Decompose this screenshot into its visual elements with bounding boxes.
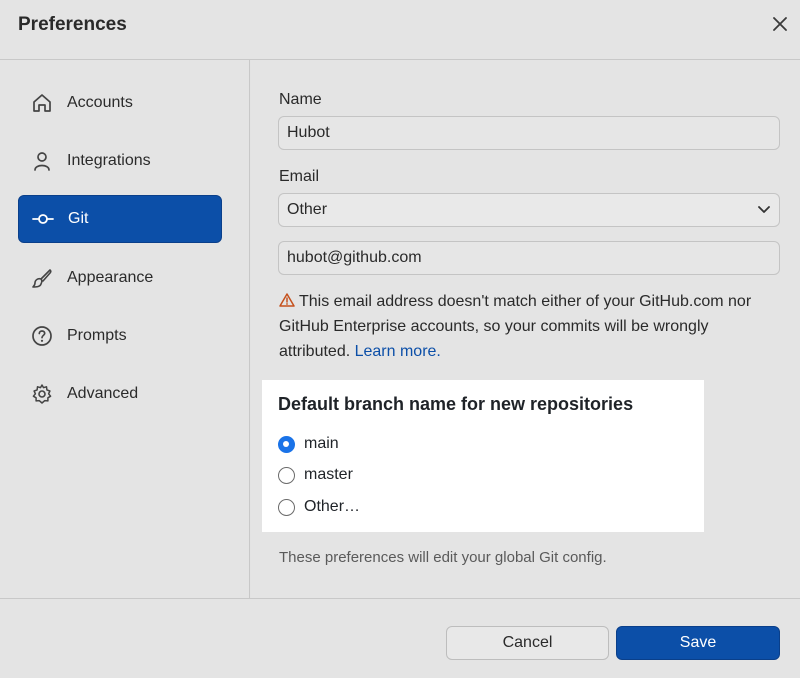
name-field[interactable]: Hubot bbox=[278, 116, 780, 150]
sidebar-item-label: Appearance bbox=[67, 269, 154, 286]
radio-button-checked[interactable] bbox=[278, 435, 295, 453]
git-preferences-panel: Name Hubot Email Other hubot@github.com … bbox=[251, 60, 800, 598]
dialog-title: Preferences bbox=[18, 14, 127, 35]
sidebar-item-label: Prompts bbox=[67, 327, 127, 344]
name-label: Name bbox=[279, 91, 322, 108]
gear-icon bbox=[30, 382, 54, 406]
save-button[interactable]: Save bbox=[616, 626, 780, 660]
question-circle-icon bbox=[30, 324, 54, 348]
sidebar-item-git[interactable]: Git bbox=[18, 195, 222, 243]
person-icon bbox=[30, 149, 54, 173]
cancel-button[interactable]: Cancel bbox=[446, 626, 609, 660]
sidebar-item-integrations[interactable]: Integrations bbox=[18, 137, 222, 185]
sidebar-item-label: Git bbox=[68, 210, 89, 227]
learn-more-link[interactable]: Learn more. bbox=[355, 343, 441, 360]
default-branch-section: Default branch name for new repositories… bbox=[262, 380, 704, 532]
email-field-value: hubot@github.com bbox=[287, 249, 422, 266]
close-icon bbox=[773, 17, 787, 31]
sidebar-item-label: Advanced bbox=[67, 385, 139, 402]
warning-icon bbox=[279, 293, 295, 307]
git-commit-icon bbox=[31, 207, 55, 231]
preferences-sidebar: Accounts Integrations Git Appearance Pro… bbox=[0, 60, 250, 598]
radio-label: Other… bbox=[304, 498, 361, 515]
paintbrush-icon bbox=[30, 266, 54, 290]
radio-button[interactable] bbox=[278, 498, 295, 516]
sidebar-item-label: Accounts bbox=[67, 94, 133, 111]
warning-text: This email address doesn't match either … bbox=[279, 293, 752, 360]
radio-label: main bbox=[304, 435, 339, 452]
email-select[interactable]: Other bbox=[278, 193, 780, 227]
global-config-note: These preferences will edit your global … bbox=[279, 549, 607, 566]
branch-option-master[interactable]: master bbox=[278, 463, 353, 487]
radio-button[interactable] bbox=[278, 466, 295, 484]
branch-option-other[interactable]: Other… bbox=[278, 495, 360, 519]
email-field[interactable]: hubot@github.com bbox=[278, 241, 780, 275]
dialog-header: Preferences bbox=[0, 0, 800, 60]
default-branch-heading: Default branch name for new repositories bbox=[278, 394, 634, 414]
home-icon bbox=[30, 91, 54, 115]
dialog-footer: Cancel Save bbox=[0, 598, 800, 678]
chevron-down-icon bbox=[758, 206, 770, 213]
name-field-value: Hubot bbox=[287, 124, 330, 141]
sidebar-item-prompts[interactable]: Prompts bbox=[18, 312, 222, 360]
sidebar-item-advanced[interactable]: Advanced bbox=[18, 370, 222, 418]
email-warning: This email address doesn't match either … bbox=[279, 289, 784, 364]
branch-option-main[interactable]: main bbox=[278, 432, 339, 456]
close-button[interactable] bbox=[768, 12, 792, 36]
email-select-value: Other bbox=[287, 201, 328, 218]
radio-label: master bbox=[304, 466, 353, 483]
email-label: Email bbox=[279, 168, 320, 185]
sidebar-item-accounts[interactable]: Accounts bbox=[18, 79, 222, 127]
sidebar-item-appearance[interactable]: Appearance bbox=[18, 254, 222, 302]
sidebar-item-label: Integrations bbox=[67, 152, 151, 169]
